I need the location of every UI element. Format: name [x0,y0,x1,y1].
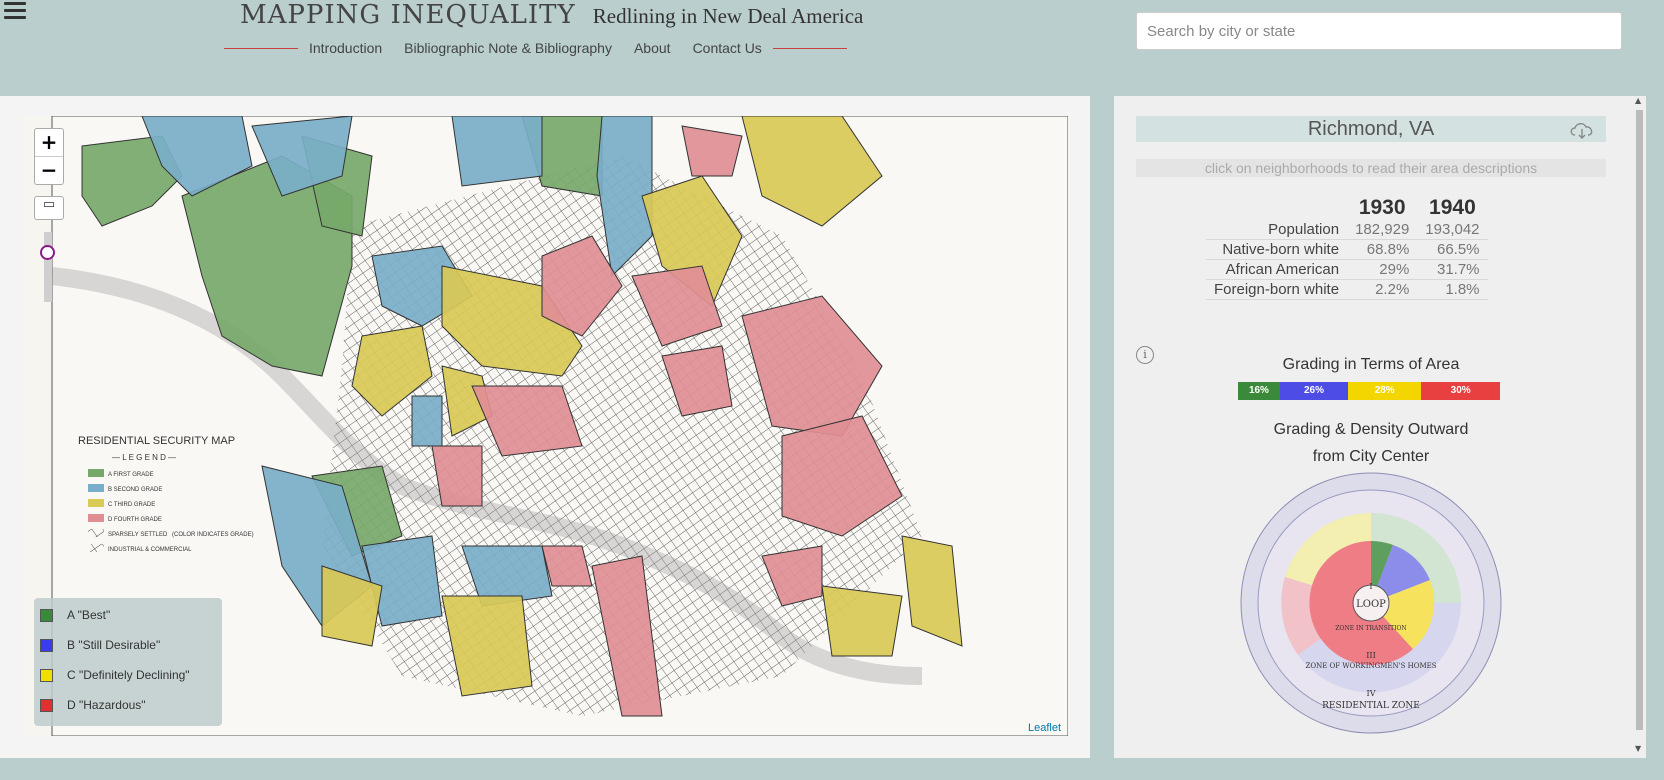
table-row: Population 182,929 193,042 [1206,220,1488,240]
density-rings-chart[interactable]: I LOOP ZONE IN TRANSITION III ZONE OF WO… [1238,470,1504,736]
legend-swatch-a [40,608,53,622]
main-nav: Introduction Bibliographic Note & Biblio… [224,40,847,56]
scan-legend-item-sparse: SPARSELY SETTLED [108,532,168,538]
density-title-line-1: Grading & Density Outward [1273,421,1469,438]
scan-legend-item-b: B SECOND GRADE [108,487,162,493]
scan-legend-item-industrial: INDUSTRIAL & COMMERCIAL [108,547,192,553]
row-label-foreign-born-white: Foreign-born white [1206,279,1348,300]
legend-label-d: D "Hazardous" [67,698,146,712]
nav-rule-left [224,47,298,49]
title-subtitle: Redlining in New Deal America [592,4,864,28]
table-row: Native-born white 68.8% 66.5% [1206,239,1488,260]
legend-item-d: D "Hazardous" [40,698,146,712]
cloud-download-icon[interactable] [1568,120,1596,140]
density-label-residential: RESIDENTIAL ZONE [1322,701,1420,711]
zoom-in-button[interactable]: + [35,129,63,156]
table-header-blank [1206,196,1347,220]
opacity-slider-track[interactable] [44,232,52,302]
density-label-iv: IV [1367,689,1376,698]
density-label-workingmen: ZONE OF WORKINGMEN'S HOMES [1305,662,1436,670]
search-input[interactable] [1136,12,1622,50]
grading-segment-a[interactable]: 16% [1238,382,1280,400]
opacity-slider-handle[interactable] [40,245,55,260]
scan-legend-heading: — L E G E N D — [112,453,176,462]
site-title: MAPPING INEQUALITY Redlining in New Deal… [240,0,863,30]
table-header-1940: 1940 [1429,196,1476,219]
legend-label-b: B "Still Desirable" [67,638,161,652]
scroll-up-icon[interactable]: ▲ [1635,96,1641,105]
info-icon[interactable]: i [1136,346,1154,364]
native-born-white-1930: 68.8% [1347,239,1418,260]
table-row: Foreign-born white 2.2% 1.8% [1206,279,1488,300]
legend-swatch-c [40,668,53,682]
grading-segment-d[interactable]: 30% [1421,382,1500,400]
population-1930: 182,929 [1347,220,1418,240]
density-label-i: I [1369,582,1372,591]
population-table: 1930 1940 Population 182,929 193,042 Nat… [1206,196,1488,300]
nav-rule-right [772,47,847,49]
map-legend: A "Best" B "Still Desirable" C "Definite… [34,598,222,726]
scan-legend-item-d: D FOURTH GRADE [108,517,162,523]
nav-about[interactable]: About [634,40,671,56]
legend-item-c: C "Definitely Declining" [40,668,190,682]
nav-contact[interactable]: Contact Us [693,40,762,56]
zoom-control: + − [34,128,64,185]
area-b7 [411,395,443,447]
scan-legend-item-c: C THIRD GRADE [108,502,155,508]
row-label-native-born-white: Native-born white [1206,239,1348,260]
grading-segment-c[interactable]: 28% [1348,382,1422,400]
hamburger-menu-icon[interactable] [4,2,26,20]
legend-swatch-b [40,638,53,652]
density-label-loop: LOOP [1356,599,1386,610]
neighborhood-hint: click on neighborhoods to read their are… [1136,159,1606,177]
african-american-1930: 29% [1347,259,1418,280]
foreign-born-white-1930: 2.2% [1347,279,1418,300]
leaflet-attribution-link[interactable]: Leaflet [1028,722,1061,734]
african-american-1940: 31.7% [1417,259,1488,280]
usa-map-icon[interactable]: ▭ [34,196,64,220]
grading-segment-b[interactable]: 26% [1279,382,1349,400]
scrollbar-thumb[interactable] [1636,110,1643,730]
area-c12 [821,585,903,657]
density-chart-title: Grading & Density Outward from City Cent… [1236,416,1506,470]
nav-introduction[interactable]: Introduction [309,40,382,56]
table-header-1930: 1930 [1358,196,1406,219]
scan-map-title: RESIDENTIAL SECURITY MAP [78,435,235,447]
row-label-african-american: African American [1206,259,1348,280]
zoom-out-button[interactable]: − [35,156,63,184]
population-1940: 193,042 [1417,220,1488,240]
area-b15 [451,116,543,187]
grading-area-bar[interactable]: 16% 26% 28% 30% [1238,382,1500,400]
nav-bibliography[interactable]: Bibliographic Note & Bibliography [404,40,612,56]
scan-legend-color-note: (COLOR INDICATES GRADE) [172,532,254,538]
density-label-zone-transition: ZONE IN TRANSITION [1335,625,1406,632]
panel-scrollbar[interactable]: ▲ ▼ [1632,96,1646,758]
legend-item-a: A "Best" [40,608,110,622]
table-header-row: 1930 1940 [1206,196,1488,220]
density-label-iii: III [1366,651,1375,660]
legend-swatch-d [40,698,53,712]
legend-label-a: A "Best" [67,608,111,622]
native-born-white-1940: 66.5% [1417,239,1488,260]
city-name: Richmond, VA [1136,116,1606,142]
foreign-born-white-1940: 1.8% [1417,279,1488,300]
legend-label-c: C "Definitely Declining" [67,668,190,682]
density-title-line-2: from City Center [1312,448,1430,465]
grading-area-title: Grading in Terms of Area [1282,356,1460,373]
row-label-population: Population [1206,220,1348,240]
legend-item-b: B "Still Desirable" [40,638,160,652]
scan-legend-item-a: A FIRST GRADE [108,472,154,478]
table-row: African American 29% 31.7% [1206,259,1488,280]
title-main: MAPPING INEQUALITY [240,0,576,30]
scroll-down-icon[interactable]: ▼ [1635,744,1641,753]
